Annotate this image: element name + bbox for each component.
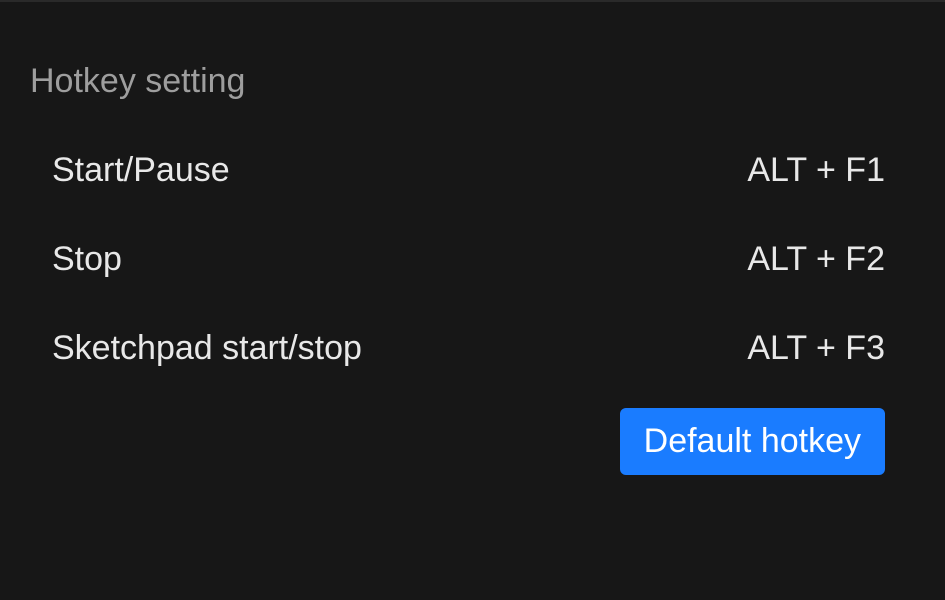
section-title: Hotkey setting (30, 62, 915, 101)
hotkey-value-stop[interactable]: ALT + F2 (747, 240, 915, 279)
hotkey-row-start-pause: Start/Pause ALT + F1 (30, 151, 915, 190)
hotkey-label-sketchpad: Sketchpad start/stop (52, 329, 362, 368)
hotkey-value-sketchpad[interactable]: ALT + F3 (747, 329, 915, 368)
hotkey-row-stop: Stop ALT + F2 (30, 240, 915, 279)
hotkey-settings-panel: Hotkey setting Start/Pause ALT + F1 Stop… (0, 2, 945, 475)
hotkey-label-stop: Stop (52, 240, 122, 279)
hotkey-label-start-pause: Start/Pause (52, 151, 230, 190)
button-row: Default hotkey (30, 408, 915, 475)
hotkey-row-sketchpad: Sketchpad start/stop ALT + F3 (30, 329, 915, 368)
default-hotkey-button[interactable]: Default hotkey (620, 408, 885, 475)
hotkey-value-start-pause[interactable]: ALT + F1 (747, 151, 915, 190)
